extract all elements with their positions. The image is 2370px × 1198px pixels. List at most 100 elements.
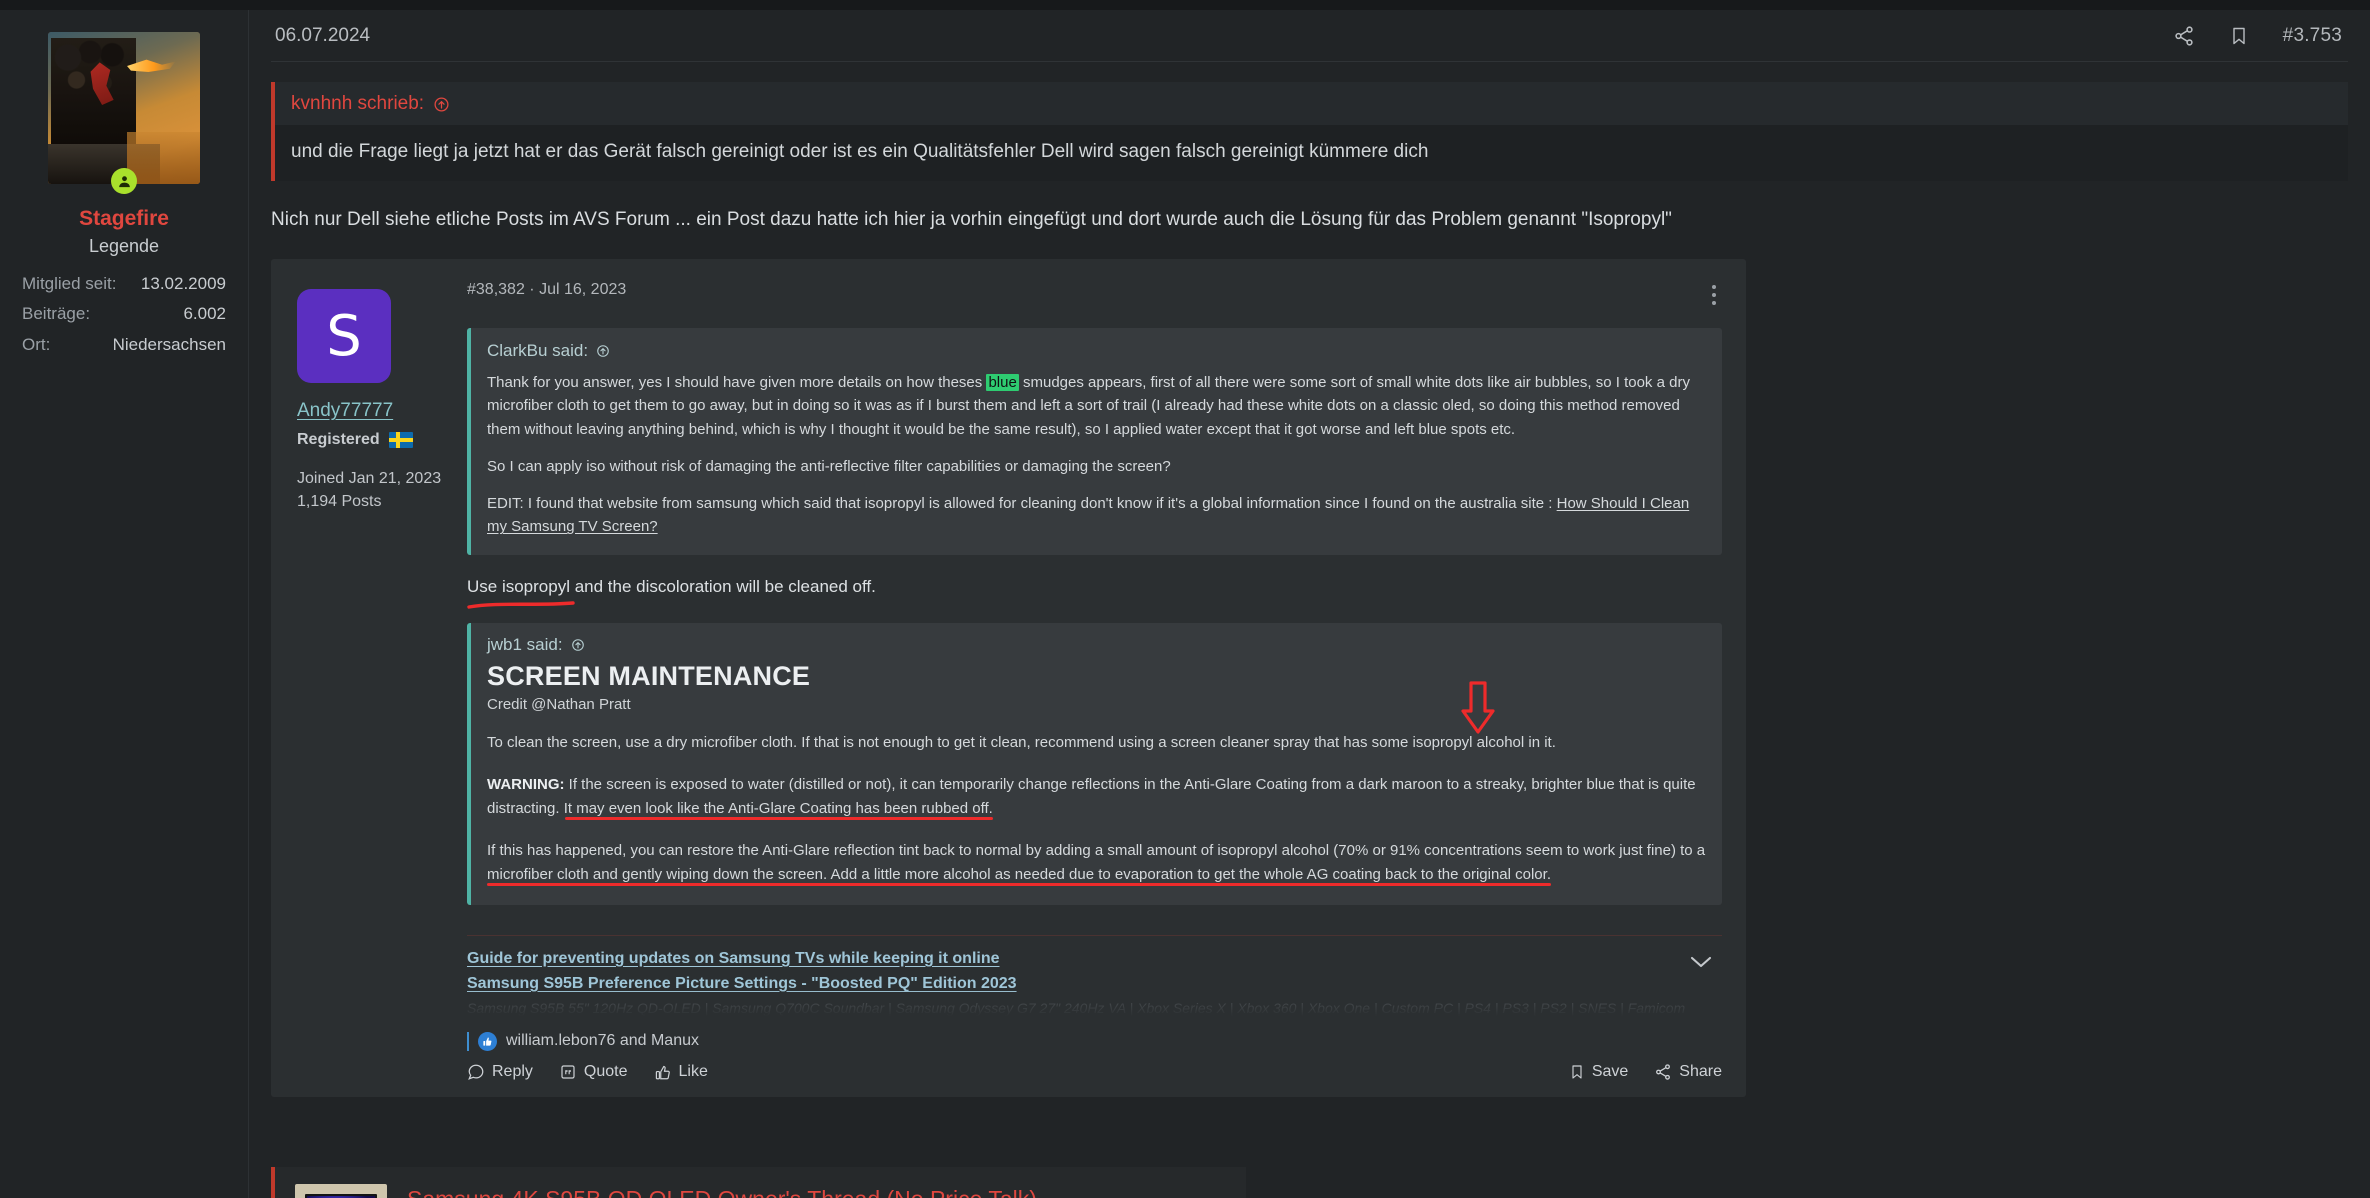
jwb-paragraph-1: To clean the screen, use a dry microfibe…	[487, 733, 1556, 751]
embedded-user-meta: Joined Jan 21, 2023 1,194 Posts	[297, 467, 459, 513]
post-date: 06.07.2024	[275, 24, 371, 46]
sweden-flag-icon	[388, 432, 413, 449]
highlighted-word: blue	[986, 374, 1019, 392]
author-avatar-wrapper[interactable]	[48, 32, 200, 194]
embedded-user-role: Registered	[297, 431, 459, 449]
embedded-post-signature: Guide for preventing updates on Samsung …	[467, 934, 1722, 1016]
more-options-icon[interactable]	[1706, 281, 1722, 309]
signature-link-guide[interactable]: Guide for preventing updates on Samsung …	[467, 950, 1722, 968]
action-group-left: Reply Quote Like	[467, 1063, 708, 1081]
action-group-right: Save Share	[1569, 1063, 1722, 1081]
quote-attribution: kvnhnh schrieb:	[275, 82, 2348, 125]
quote-button[interactable]: Quote	[559, 1063, 628, 1081]
window-top-strip	[0, 0, 2370, 10]
link-preview-card[interactable]: Samsung 4K S95B QD OLED Owner's Thread (…	[271, 1166, 1246, 1198]
iq-p3-a: EDIT: I found that website from samsung …	[487, 495, 1557, 513]
jump-to-quote-icon[interactable]	[571, 638, 585, 652]
author-stat-value: 13.02.2009	[140, 274, 226, 293]
inner-quote-jwb1: jwb1 said: SCREEN MAINTENANCE Credit @Na…	[467, 622, 1722, 905]
reply-icon	[468, 1064, 484, 1080]
red-annotation-underline	[467, 601, 575, 609]
author-stat-row: Beiträge: 6.002	[22, 301, 226, 327]
save-label: Save	[1591, 1062, 1629, 1080]
iq-p1-a: Thank for you answer, yes I should have …	[487, 374, 987, 392]
inner-quote-author[interactable]: ClarkBu said:	[487, 341, 588, 361]
jwb-quote-author[interactable]: jwb1 said:	[487, 635, 563, 655]
thumbs-up-icon	[655, 1065, 670, 1080]
likes-row: william.lebon76 and Manux	[467, 1031, 1722, 1051]
online-status-icon	[111, 168, 137, 194]
share-icon	[1656, 1064, 1671, 1080]
post-header-bar: 06.07.2024 #3.753	[271, 10, 2348, 62]
chevron-down-icon[interactable]	[1688, 954, 1714, 975]
author-username[interactable]: Stagefire	[0, 207, 248, 231]
jump-to-quote-icon[interactable]	[433, 96, 450, 113]
author-stats: Mitglied seit: 13.02.2009 Beiträge: 6.00…	[0, 271, 248, 358]
quote-body: und die Frage liegt ja jetzt hat er das …	[275, 125, 2348, 181]
inner-quote-clarkbu: ClarkBu said: Thank for you answer, yes …	[467, 328, 1722, 555]
screen-maintenance-heading: SCREEN MAINTENANCE	[487, 660, 811, 691]
reply-label: Reply	[492, 1062, 533, 1080]
likes-text[interactable]: william.lebon76 and Manux	[506, 1032, 699, 1050]
signature-link-picture-settings[interactable]: Samsung S95B Preference Picture Settings…	[467, 975, 1722, 993]
embedded-post-number[interactable]: #38,382	[467, 281, 525, 298]
quote-icon	[561, 1065, 575, 1079]
embedded-post-action-bar: Reply Quote Like Save Share	[467, 1063, 1722, 1097]
jwb-restore-text: If this has happened, you can restore th…	[487, 841, 1706, 883]
author-stat-value: Niedersachsen	[112, 334, 226, 354]
post-author-sidebar: Stagefire Legende Mitglied seit: 13.02.2…	[0, 10, 249, 1198]
reply-line-text: Use isopropyl and the discoloration will…	[467, 576, 876, 596]
meta-separator: ·	[529, 281, 535, 299]
share-button[interactable]: Share	[1654, 1063, 1722, 1081]
avatar[interactable]	[48, 32, 200, 184]
post-header-actions: #3.753	[2173, 25, 2348, 47]
quote-author-label[interactable]: kvnhnh schrieb:	[291, 93, 424, 115]
link-preview-text: Samsung 4K S95B QD OLED Owner's Thread (…	[407, 1185, 1037, 1198]
embedded-post-meta: #38,382 · Jul 16, 2023	[467, 281, 626, 299]
share-icon[interactable]	[2173, 25, 2195, 47]
jwb-paragraph-2: WARNING: If the screen is exposed to wat…	[487, 773, 1706, 821]
jwb-paragraph-3: If this has happened, you can restore th…	[487, 839, 1706, 887]
forum-post-page: Stagefire Legende Mitglied seit: 13.02.2…	[0, 10, 2370, 1198]
embedded-joined-date: Joined Jan 21, 2023	[297, 470, 442, 488]
embedded-post-meta-row: #38,382 · Jul 16, 2023	[467, 281, 1722, 309]
reply-line-use-isopropyl: Use isopropyl and the discoloration will…	[467, 576, 876, 609]
signature-gear-list: Samsung S95B 55" 120Hz QD-OLED | Samsung…	[467, 999, 1686, 1016]
author-rank: Legende	[88, 236, 160, 256]
embedded-post-card: S Andy77777 Registered Joined Jan 21, 20…	[271, 259, 1746, 1097]
author-stat-row: Ort: Niedersachsen	[22, 332, 226, 358]
share-label: Share	[1679, 1062, 1722, 1080]
thumbs-up-icon	[478, 1031, 497, 1051]
inner-quote-paragraph-2: So I can apply iso without risk of damag…	[487, 457, 1171, 475]
bookmark-icon[interactable]	[2229, 25, 2249, 47]
reply-button[interactable]: Reply	[467, 1063, 533, 1081]
author-stat-value: 6.002	[183, 304, 226, 324]
quoted-post-block: kvnhnh schrieb: und die Frage liegt ja j…	[271, 82, 2348, 181]
post-number[interactable]: #3.753	[2283, 25, 2342, 47]
like-label: Like	[678, 1062, 708, 1080]
quote-label: Quote	[583, 1062, 628, 1080]
embedded-avatar[interactable]: S	[297, 289, 391, 384]
like-button[interactable]: Like	[654, 1063, 708, 1081]
author-stat-label: Ort:	[22, 334, 51, 354]
inner-quote-paragraph-3: EDIT: I found that website from samsung …	[487, 492, 1706, 539]
embedded-post-body-column: #38,382 · Jul 16, 2023 ClarkBu said: Tha…	[459, 259, 1746, 1097]
author-stat-label: Mitglied seit:	[22, 274, 117, 293]
post-content-column: 06.07.2024 #3.753 kvnhnh schrieb: und di…	[249, 10, 2370, 1198]
save-button[interactable]: Save	[1569, 1063, 1628, 1081]
preview-tv-screen	[305, 1193, 377, 1198]
jump-to-quote-icon[interactable]	[596, 344, 610, 358]
screen-maintenance-credit: Credit @Nathan Pratt	[487, 695, 631, 713]
red-annotation-arrow	[1461, 681, 1495, 734]
author-stat-row: Mitglied seit: 13.02.2009	[22, 271, 226, 297]
embedded-post-date[interactable]: Jul 16, 2023	[539, 281, 626, 298]
embedded-post-author-sidebar: S Andy77777 Registered Joined Jan 21, 20…	[271, 259, 459, 1097]
jwb-warning-text: If the screen is exposed to water (disti…	[487, 775, 1696, 817]
avatar-art-dunes	[127, 132, 200, 184]
embedded-username-link[interactable]: Andy77777	[297, 400, 459, 422]
link-preview-title[interactable]: Samsung 4K S95B QD OLED Owner's Thread (…	[407, 1185, 1037, 1198]
warning-label: WARNING:	[487, 775, 565, 793]
jwb-quote-attribution: jwb1 said:	[487, 635, 1706, 655]
link-preview-thumbnail	[295, 1183, 387, 1198]
inner-quote-attribution: ClarkBu said:	[487, 341, 1706, 361]
